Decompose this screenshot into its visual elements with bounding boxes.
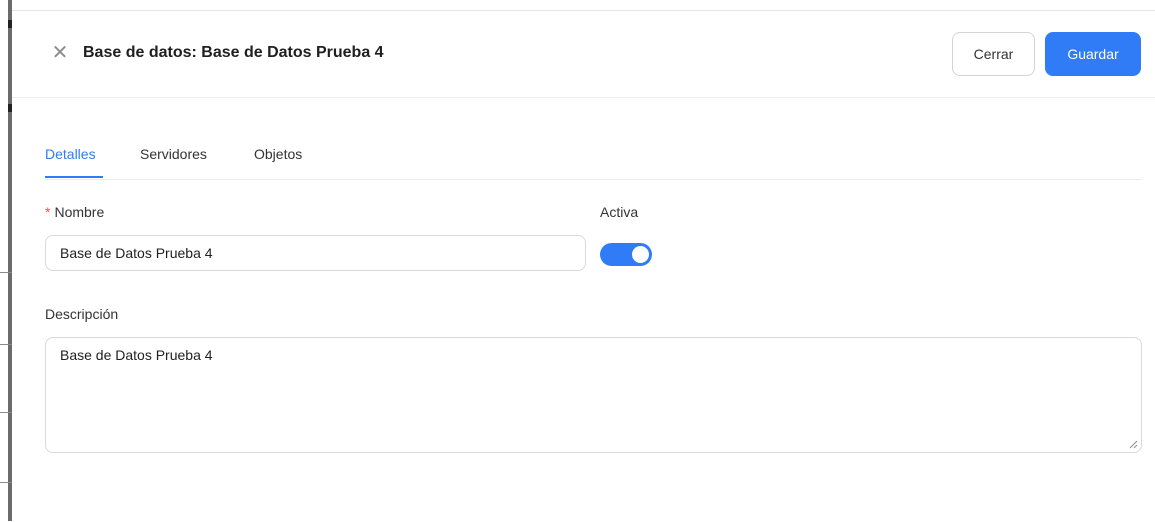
activa-label: Activa [600, 204, 639, 220]
background-page-edge [0, 0, 12, 521]
background-divider [0, 344, 12, 345]
descripcion-value: Base de Datos Prueba 4 [60, 347, 213, 363]
resize-handle-icon[interactable] [1128, 439, 1138, 449]
active-tab-indicator [45, 176, 103, 178]
close-icon[interactable]: ✕ [50, 43, 70, 63]
tab-objetos[interactable]: Objetos [254, 146, 302, 162]
tab-bar: Detalles Servidores Objetos [45, 144, 1142, 180]
guardar-button[interactable]: Guardar [1045, 32, 1141, 76]
background-divider [0, 272, 12, 273]
required-mark: * [45, 204, 51, 220]
descripcion-textarea[interactable]: Base de Datos Prueba 4 [45, 337, 1142, 453]
nombre-label-text: Nombre [54, 204, 105, 220]
edit-database-drawer: ✕ Base de datos: Base de Datos Prueba 4 … [12, 10, 1155, 522]
activa-toggle[interactable] [600, 243, 652, 266]
descripcion-label: Descripción [45, 306, 119, 322]
toggle-knob [632, 246, 649, 263]
background-divider [0, 482, 12, 483]
tab-detalles[interactable]: Detalles [45, 146, 96, 162]
cerrar-button[interactable]: Cerrar [952, 32, 1035, 76]
nombre-input[interactable]: Base de Datos Prueba 4 [45, 235, 586, 271]
background-divider [0, 412, 12, 413]
tab-servidores[interactable]: Servidores [140, 146, 207, 162]
drawer-title: Base de datos: Base de Datos Prueba 4 [83, 44, 384, 61]
drawer-header: ✕ Base de datos: Base de Datos Prueba 4 … [12, 11, 1155, 98]
nombre-label: * Nombre [45, 204, 104, 220]
